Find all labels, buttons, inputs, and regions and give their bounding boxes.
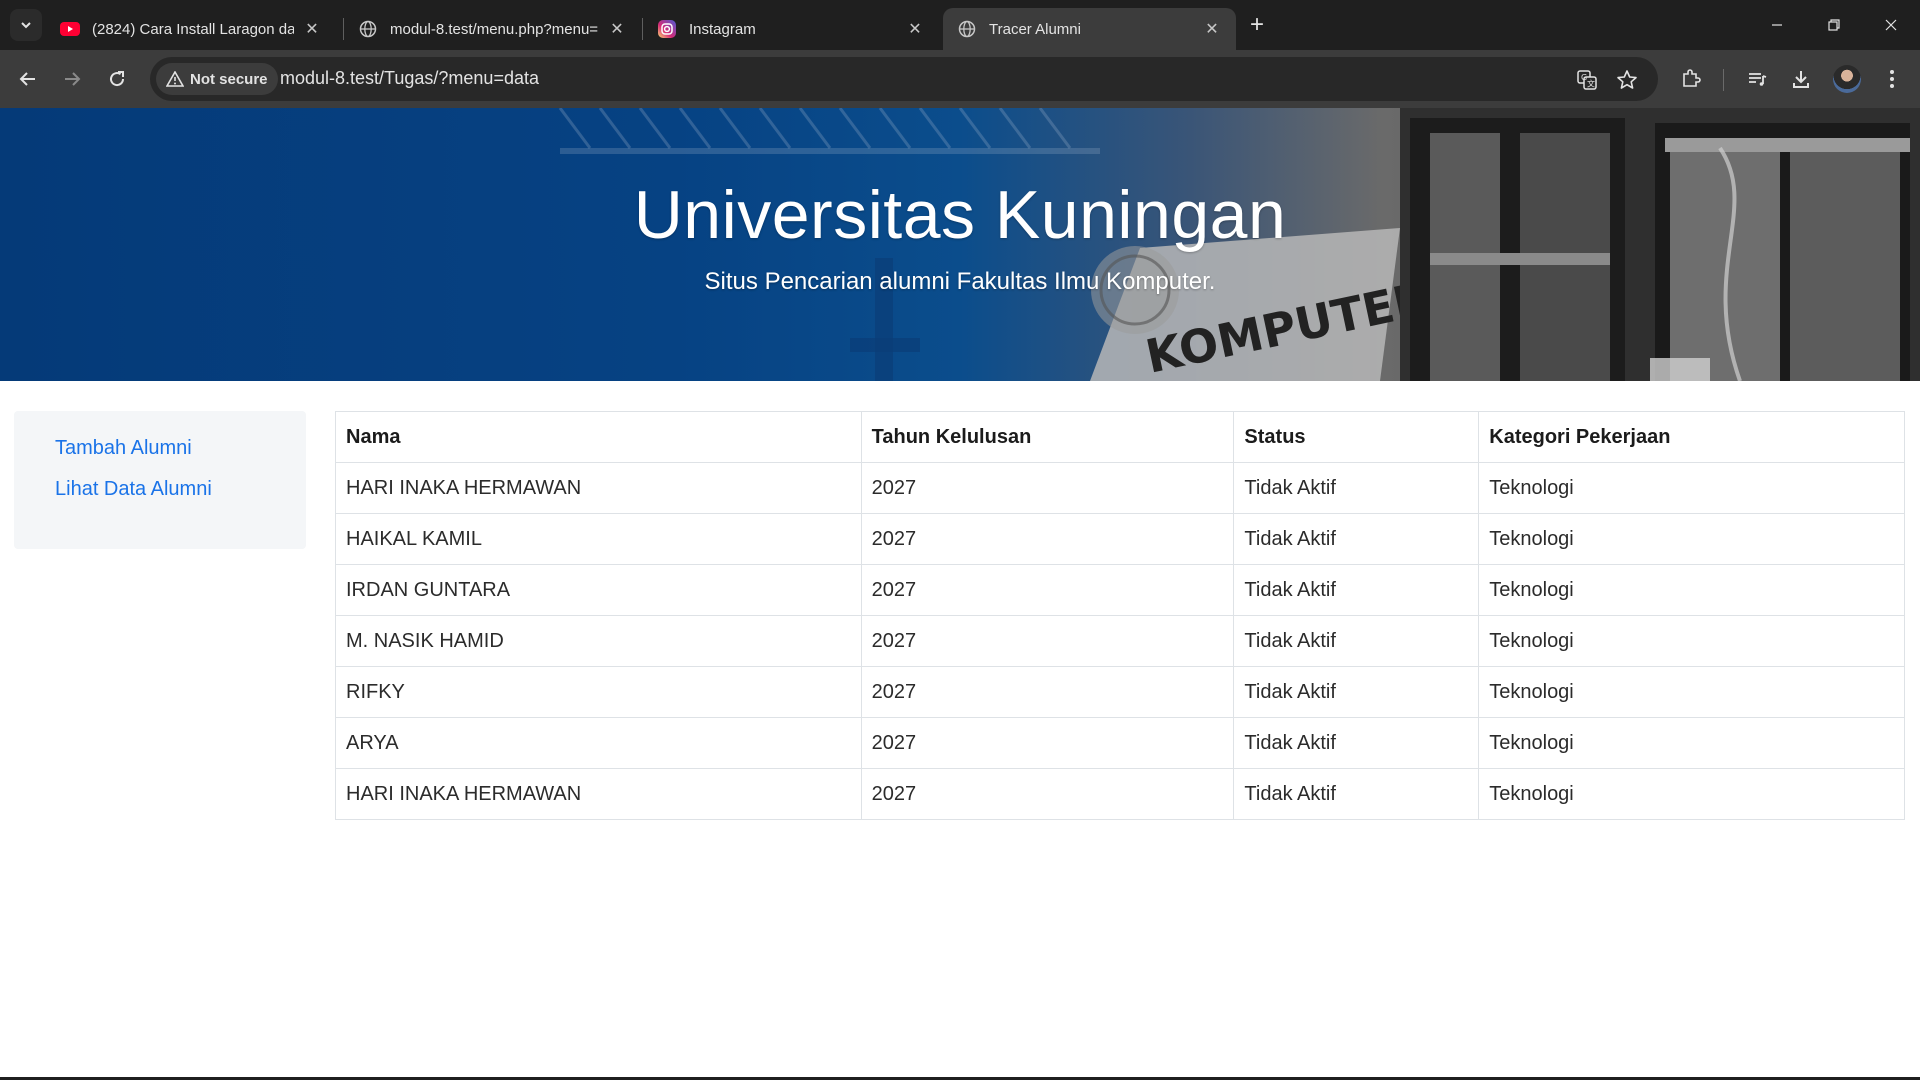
bookmark-star-icon[interactable] — [1614, 67, 1640, 93]
cell-kategori: Teknologi — [1478, 615, 1905, 667]
warning-icon — [166, 71, 184, 87]
cell-nama: ARYA — [335, 717, 862, 769]
minimize-icon — [1772, 24, 1782, 26]
page-viewport: KOMPUTER Universitas Kuningan Situs Penc… — [0, 108, 1920, 1080]
table-row: RIFKY 2027 Tidak Aktif Teknologi — [335, 666, 1905, 718]
cell-status: Tidak Aktif — [1233, 513, 1480, 565]
cell-nama: RIFKY — [335, 666, 862, 718]
column-header-tahun-kelulusan: Tahun Kelulusan — [860, 411, 1235, 463]
media-control-icon[interactable] — [1741, 63, 1773, 95]
cell-kategori: Teknologi — [1478, 768, 1905, 820]
cell-status: Tidak Aktif — [1233, 462, 1480, 514]
youtube-icon — [60, 19, 80, 39]
tab-modul-8[interactable]: modul-8.test/menu.php?menu= ✕ — [344, 8, 641, 50]
cell-tahun: 2027 — [860, 564, 1235, 616]
chevron-down-icon — [21, 22, 31, 29]
hero-subtitle: Situs Pencarian alumni Fakultas Ilmu Kom… — [704, 268, 1216, 295]
cell-kategori: Teknologi — [1478, 564, 1905, 616]
minimize-button[interactable] — [1749, 0, 1805, 50]
column-header-status: Status — [1233, 411, 1480, 463]
tab-title: modul-8.test/menu.php?menu= — [390, 20, 599, 38]
cell-nama: HARI INAKA HERMAWAN — [335, 462, 862, 514]
cell-tahun: 2027 — [860, 717, 1235, 769]
back-arrow-icon — [19, 72, 35, 86]
tab-instagram[interactable]: Instagram ✕ — [643, 8, 939, 50]
cell-nama: M. NASIK HAMID — [335, 615, 862, 667]
sidebar-link-tambah-alumni[interactable]: Tambah Alumni — [55, 437, 192, 460]
table-header-row: Nama Tahun Kelulusan Status Kategori Pek… — [335, 411, 1905, 463]
close-icon — [1885, 19, 1897, 31]
close-tab-icon[interactable]: ✕ — [1202, 19, 1222, 39]
table-row: IRDAN GUNTARA 2027 Tidak Aktif Teknologi — [335, 564, 1905, 616]
hero-title: Universitas Kuningan — [633, 177, 1287, 253]
extensions-icon[interactable] — [1675, 63, 1707, 95]
back-button[interactable] — [12, 63, 44, 95]
cell-status: Tidak Aktif — [1233, 768, 1480, 820]
close-tab-icon[interactable]: ✕ — [905, 19, 925, 39]
tab-title: Instagram — [689, 20, 756, 38]
alumni-table: Nama Tahun Kelulusan Status Kategori Pek… — [335, 411, 1905, 820]
address-bar[interactable]: Not secure modul-8.test/Tugas/?menu=data… — [150, 57, 1658, 101]
tab-title: (2824) Cara Install Laragon dan — [92, 20, 294, 38]
profile-avatar[interactable] — [1833, 65, 1861, 93]
cell-tahun: 2027 — [860, 513, 1235, 565]
table-row: M. NASIK HAMID 2027 Tidak Aktif Teknolog… — [335, 615, 1905, 667]
sidebar-link-lihat-data-alumni[interactable]: Lihat Data Alumni — [55, 478, 212, 501]
cell-kategori: Teknologi — [1478, 717, 1905, 769]
cell-status: Tidak Aktif — [1233, 666, 1480, 718]
globe-icon — [957, 19, 977, 39]
hero-banner: KOMPUTER Universitas Kuningan Situs Penc… — [0, 108, 1920, 381]
tab-strip: (2824) Cara Install Laragon dan ✕ modul-… — [0, 0, 1920, 50]
tab-youtube[interactable]: (2824) Cara Install Laragon dan ✕ — [46, 8, 336, 50]
browser-toolbar: Not secure modul-8.test/Tugas/?menu=data… — [0, 50, 1920, 108]
tab-title: Tracer Alumni — [989, 20, 1081, 38]
security-label: Not secure — [190, 70, 268, 88]
globe-icon — [358, 19, 378, 39]
column-header-kategori-pekerjaan: Kategori Pekerjaan — [1478, 411, 1905, 463]
close-window-button[interactable] — [1863, 0, 1919, 50]
sidebar-nav: Tambah Alumni Lihat Data Alumni — [14, 411, 306, 549]
column-header-nama: Nama — [335, 411, 862, 463]
cell-status: Tidak Aktif — [1233, 615, 1480, 667]
close-tab-icon[interactable]: ✕ — [302, 19, 322, 39]
cell-status: Tidak Aktif — [1233, 564, 1480, 616]
restore-icon — [1828, 19, 1840, 31]
translate-icon[interactable]: G文 — [1574, 67, 1600, 93]
table-row: HARI INAKA HERMAWAN 2027 Tidak Aktif Tek… — [335, 768, 1905, 820]
close-tab-icon[interactable]: ✕ — [607, 19, 627, 39]
table-row: HAIKAL KAMIL 2027 Tidak Aktif Teknologi — [335, 513, 1905, 565]
forward-button[interactable] — [56, 63, 88, 95]
table-row: HARI INAKA HERMAWAN 2027 Tidak Aktif Tek… — [335, 462, 1905, 514]
cell-kategori: Teknologi — [1478, 513, 1905, 565]
instagram-icon — [657, 19, 677, 39]
cell-tahun: 2027 — [860, 768, 1235, 820]
cell-nama: HAIKAL KAMIL — [335, 513, 862, 565]
cell-nama: HARI INAKA HERMAWAN — [335, 768, 862, 820]
tab-search-button[interactable] — [10, 9, 42, 41]
restore-button[interactable] — [1806, 0, 1862, 50]
toolbar-separator — [1723, 69, 1724, 91]
download-icon[interactable] — [1785, 63, 1817, 95]
reload-button[interactable] — [101, 63, 133, 95]
tab-tracer-alumni[interactable]: Tracer Alumni ✕ — [943, 8, 1236, 50]
svg-text:文: 文 — [1587, 79, 1595, 89]
cell-tahun: 2027 — [860, 615, 1235, 667]
url-text[interactable]: modul-8.test/Tugas/?menu=data — [280, 68, 539, 89]
cell-nama: IRDAN GUNTARA — [335, 564, 862, 616]
new-tab-button[interactable]: + — [1243, 11, 1271, 39]
more-menu-icon[interactable] — [1876, 63, 1908, 95]
cell-tahun: 2027 — [860, 666, 1235, 718]
security-indicator[interactable]: Not secure — [156, 63, 278, 95]
cell-status: Tidak Aktif — [1233, 717, 1480, 769]
reload-icon — [110, 71, 125, 87]
cell-kategori: Teknologi — [1478, 462, 1905, 514]
forward-arrow-icon — [65, 72, 81, 86]
cell-kategori: Teknologi — [1478, 666, 1905, 718]
cell-tahun: 2027 — [860, 462, 1235, 514]
table-row: ARYA 2027 Tidak Aktif Teknologi — [335, 717, 1905, 769]
